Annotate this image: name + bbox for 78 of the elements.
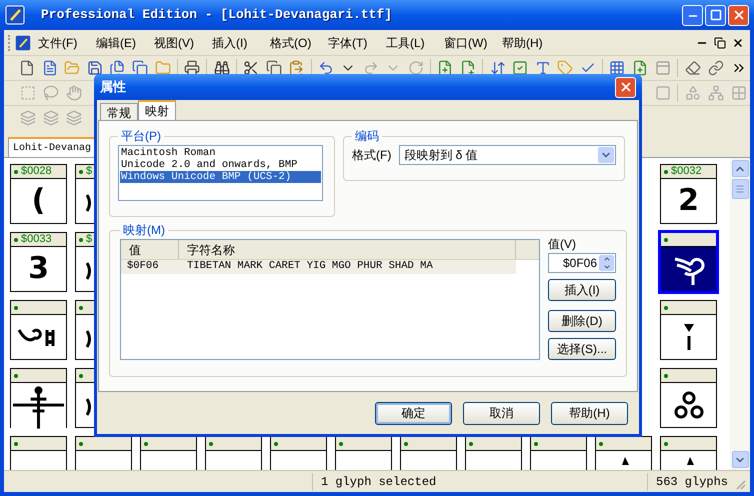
glyph-cell[interactable]: $0032 2: [660, 164, 717, 224]
table-cell-text: TIBETAN MARK CARET YIG MGO PHUR SHAD MA: [186, 259, 434, 274]
partial-glyph-icon: [86, 261, 92, 281]
field-label: 值(V): [548, 236, 577, 253]
column-header[interactable]: 值: [121, 240, 179, 259]
close-icon: [732, 8, 746, 22]
resize-grip-icon: [734, 478, 746, 490]
glyph-code: $0028: [21, 166, 52, 177]
list-item[interactable]: Macintosh Roman: [120, 147, 321, 159]
dialog-button[interactable]: 确定: [375, 402, 452, 424]
scroll-thumb[interactable]: [732, 179, 748, 199]
dialog-title: 属性: [100, 78, 126, 96]
group-label: 映射(M): [122, 222, 166, 239]
scroll-up-button[interactable]: [732, 160, 748, 177]
close-button[interactable]: [615, 76, 636, 98]
field-label: 格式(F): [352, 147, 392, 164]
value-spin-field[interactable]: $0F06: [548, 253, 616, 273]
glyph-cell[interactable]: [660, 368, 717, 428]
maximize-icon: [710, 9, 722, 21]
app-icon: [15, 34, 31, 50]
scroll-down-button[interactable]: [732, 451, 748, 468]
restore-icon[interactable]: [714, 36, 726, 48]
glyph-cell[interactable]: [10, 300, 67, 360]
mapping-button[interactable]: 选择(S)...: [548, 338, 616, 360]
dialog-tab[interactable]: 映射: [138, 100, 176, 120]
partial-glyph-icon: [86, 397, 92, 417]
table-row[interactable]: $0F06 TIBETAN MARK CARET YIG MGO PHUR SHAD MA: [121, 260, 516, 274]
scrollbar[interactable]: [730, 158, 750, 470]
glyph-count: 563 glyphs: [656, 474, 728, 488]
mapping-button[interactable]: 删除(D): [548, 310, 616, 332]
close-button[interactable]: [728, 4, 749, 26]
glyph-character: (: [32, 186, 46, 216]
menu-item[interactable]: 插入(I): [212, 34, 270, 52]
caret-icon: [598, 147, 614, 163]
glyph-cell[interactable]: [660, 300, 717, 360]
format-dropdown[interactable]: 段映射到 δ 值: [399, 145, 616, 165]
spin-icon[interactable]: [599, 255, 614, 271]
partial-glyph-icon: [620, 457, 630, 465]
partial-glyph-icon: [86, 329, 92, 349]
column-header[interactable]: 字符名称: [179, 240, 516, 259]
dialog-button[interactable]: 帮助(H): [551, 402, 628, 424]
menu-item[interactable]: 工具(L): [386, 34, 444, 52]
app-icon: [5, 5, 25, 25]
glyph-cell[interactable]: $0033 3: [10, 232, 67, 292]
menu-item[interactable]: 文件(F): [38, 34, 96, 52]
minimize-button[interactable]: [682, 4, 703, 26]
dialog-tab[interactable]: 常规: [100, 103, 138, 120]
partial-glyph-icon: [86, 193, 92, 213]
table-cell-text: $0F06: [126, 259, 160, 274]
group-label: 平台(P): [120, 128, 162, 145]
glyph-character: 2: [678, 186, 699, 216]
maximize-button[interactable]: [705, 4, 726, 26]
glyph-code: $: [86, 234, 92, 245]
group-label: 编码: [354, 128, 380, 145]
close-icon[interactable]: [732, 36, 744, 48]
menu-item[interactable]: 编辑(E): [96, 34, 154, 52]
menu-item[interactable]: 格式(O): [270, 34, 328, 52]
glyph-cell[interactable]: [10, 368, 67, 428]
partial-glyph-icon: [685, 457, 695, 465]
window-title: Professional Edition - [Lohit-Devanagari.ttf]: [41, 6, 392, 24]
menu-item[interactable]: 字体(T): [328, 34, 386, 52]
selection-status: 1 glyph selected: [321, 474, 436, 488]
glyph-cell[interactable]: $0028 (: [10, 164, 67, 224]
glyph-character: 3: [28, 254, 49, 284]
dagger-glyph-icon: [682, 322, 696, 352]
menu-item[interactable]: 帮助(H): [502, 34, 560, 52]
list-item[interactable]: Unicode 2.0 and onwards, BMP: [120, 159, 321, 171]
list-item[interactable]: Windows Unicode BMP (UCS-2): [120, 171, 321, 183]
glyph-cell[interactable]: [658, 230, 719, 294]
glyph-code: $0033: [21, 234, 52, 245]
dialog-button[interactable]: 取消: [463, 402, 540, 424]
menu-item[interactable]: 窗口(W): [444, 34, 502, 52]
mapping-button[interactable]: 插入(I): [548, 279, 616, 301]
menu-item[interactable]: 视图(V): [154, 34, 212, 52]
rings-glyph-icon: [674, 391, 704, 419]
close-icon: [618, 80, 632, 94]
glyph-code: $: [86, 166, 92, 177]
glyph-code: $0032: [671, 166, 702, 177]
